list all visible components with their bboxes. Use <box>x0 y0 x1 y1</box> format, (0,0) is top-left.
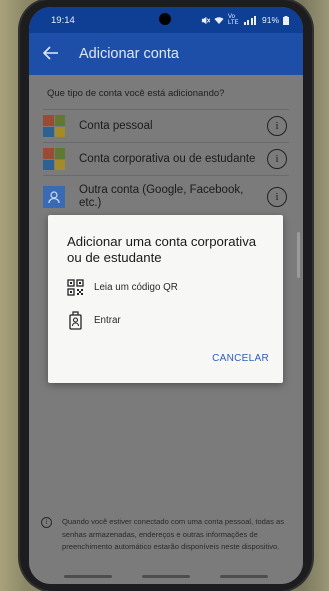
info-icon[interactable]: i <box>267 149 287 169</box>
nav-back-button[interactable] <box>220 575 268 578</box>
option-work-school-account[interactable]: Conta corporativa ou de estudante i <box>29 143 303 175</box>
nav-home-button[interactable] <box>142 575 190 578</box>
app-bar: Adicionar conta <box>29 33 303 75</box>
footer-note: i Quando você estiver conectado com uma … <box>41 516 293 554</box>
option-personal-account[interactable]: Conta pessoal i <box>29 110 303 142</box>
option-sign-in[interactable]: Entrar <box>67 311 121 330</box>
signal-icon <box>243 15 256 25</box>
info-icon[interactable]: i <box>267 116 287 136</box>
scrollbar[interactable] <box>297 232 300 278</box>
status-bar: 19:14 Vo LTE 91% <box>29 7 303 33</box>
arrow-left-icon <box>42 45 58 60</box>
battery-percent: 91% <box>261 15 279 25</box>
option-label: Entrar <box>94 315 121 326</box>
camera-hole <box>159 13 171 25</box>
question-text: Que tipo de conta você está adicionando? <box>47 88 225 99</box>
nav-recent-button[interactable] <box>64 575 112 578</box>
option-label: Conta corporativa ou de estudante <box>79 152 256 165</box>
add-work-account-dialog: Adicionar uma conta corporativa ou de es… <box>48 215 283 383</box>
status-icons: Vo LTE 91% <box>201 14 289 26</box>
info-icon: i <box>41 517 52 528</box>
back-button[interactable] <box>29 44 73 65</box>
option-scan-qr-code[interactable]: Leia um código QR <box>67 279 178 296</box>
option-other-account[interactable]: Outra conta (Google, Facebook, etc.) i <box>29 176 303 218</box>
info-icon[interactable]: i <box>267 187 287 207</box>
option-label: Leia um código QR <box>94 282 178 293</box>
microsoft-logo-icon <box>43 115 65 137</box>
mute-icon <box>201 16 210 24</box>
qr-code-icon <box>67 279 84 296</box>
cancel-button[interactable]: CANCELAR <box>212 353 269 364</box>
microsoft-logo-icon <box>43 148 65 170</box>
person-icon <box>43 186 65 208</box>
network-label: Vo LTE <box>227 14 239 26</box>
option-label: Outra conta (Google, Facebook, etc.) <box>79 184 244 209</box>
wifi-icon <box>214 16 224 24</box>
page-title: Adicionar conta <box>79 46 179 62</box>
id-badge-icon <box>69 311 82 330</box>
status-time: 19:14 <box>51 14 75 26</box>
footer-text: Quando você estiver conectado com uma co… <box>62 517 285 551</box>
system-nav-bar <box>29 575 303 580</box>
dialog-title: Adicionar uma conta corporativa ou de es… <box>67 234 257 265</box>
battery-icon <box>283 15 289 25</box>
option-label: Conta pessoal <box>79 119 153 132</box>
